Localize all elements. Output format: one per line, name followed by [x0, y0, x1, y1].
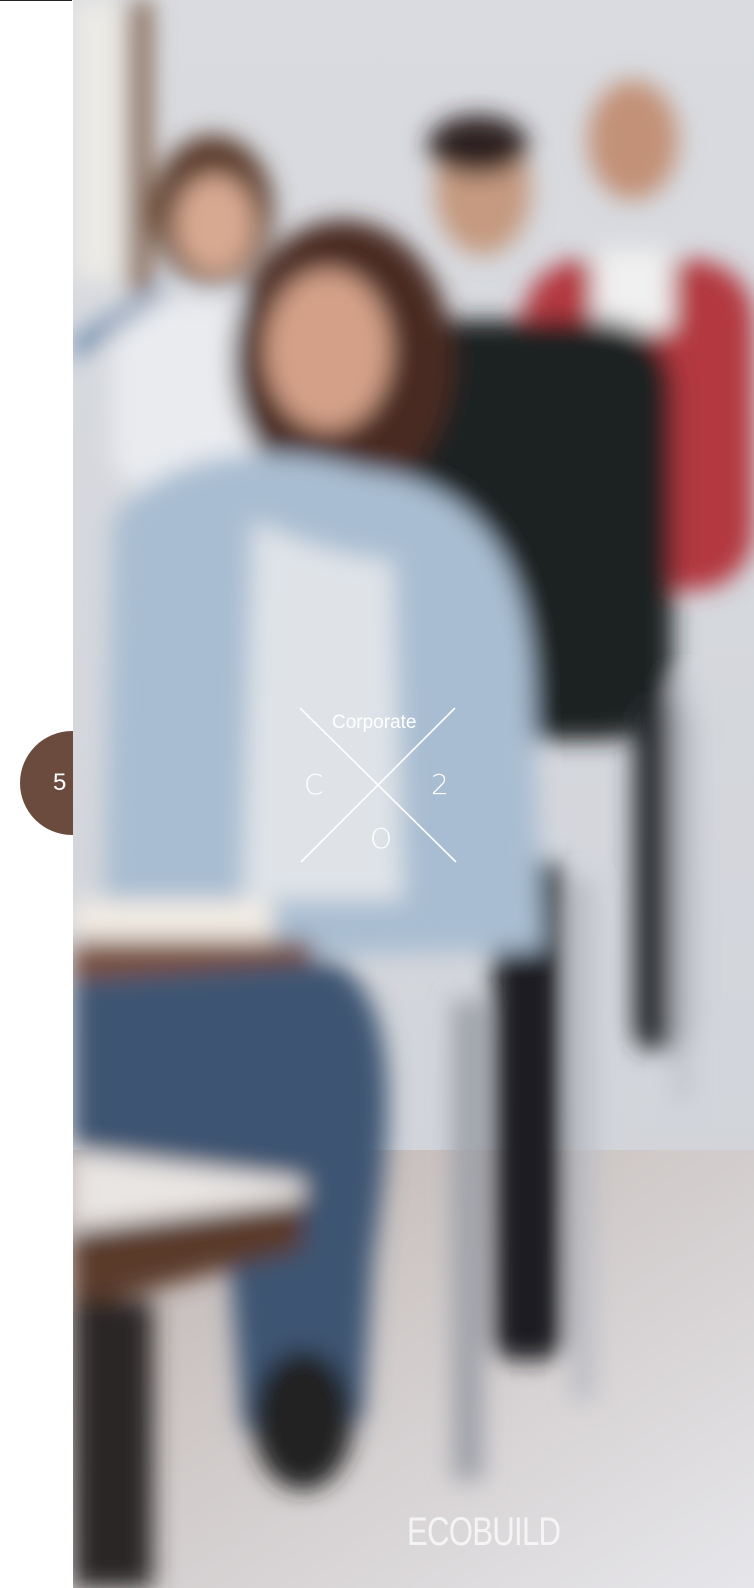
logo-word: Corporate — [332, 712, 417, 733]
logo-letter-right: 2 — [431, 768, 449, 801]
corporate-logo: Corporate C 2 O — [290, 700, 465, 870]
top-divider-line — [0, 0, 72, 1]
page-number: 5 — [53, 769, 67, 796]
page-number-tab: 5 — [20, 731, 73, 835]
logo-letter-bottom: O — [370, 822, 393, 855]
logo-letter-left: C — [304, 768, 324, 801]
brand-watermark: ECOBUILD — [407, 1510, 561, 1554]
